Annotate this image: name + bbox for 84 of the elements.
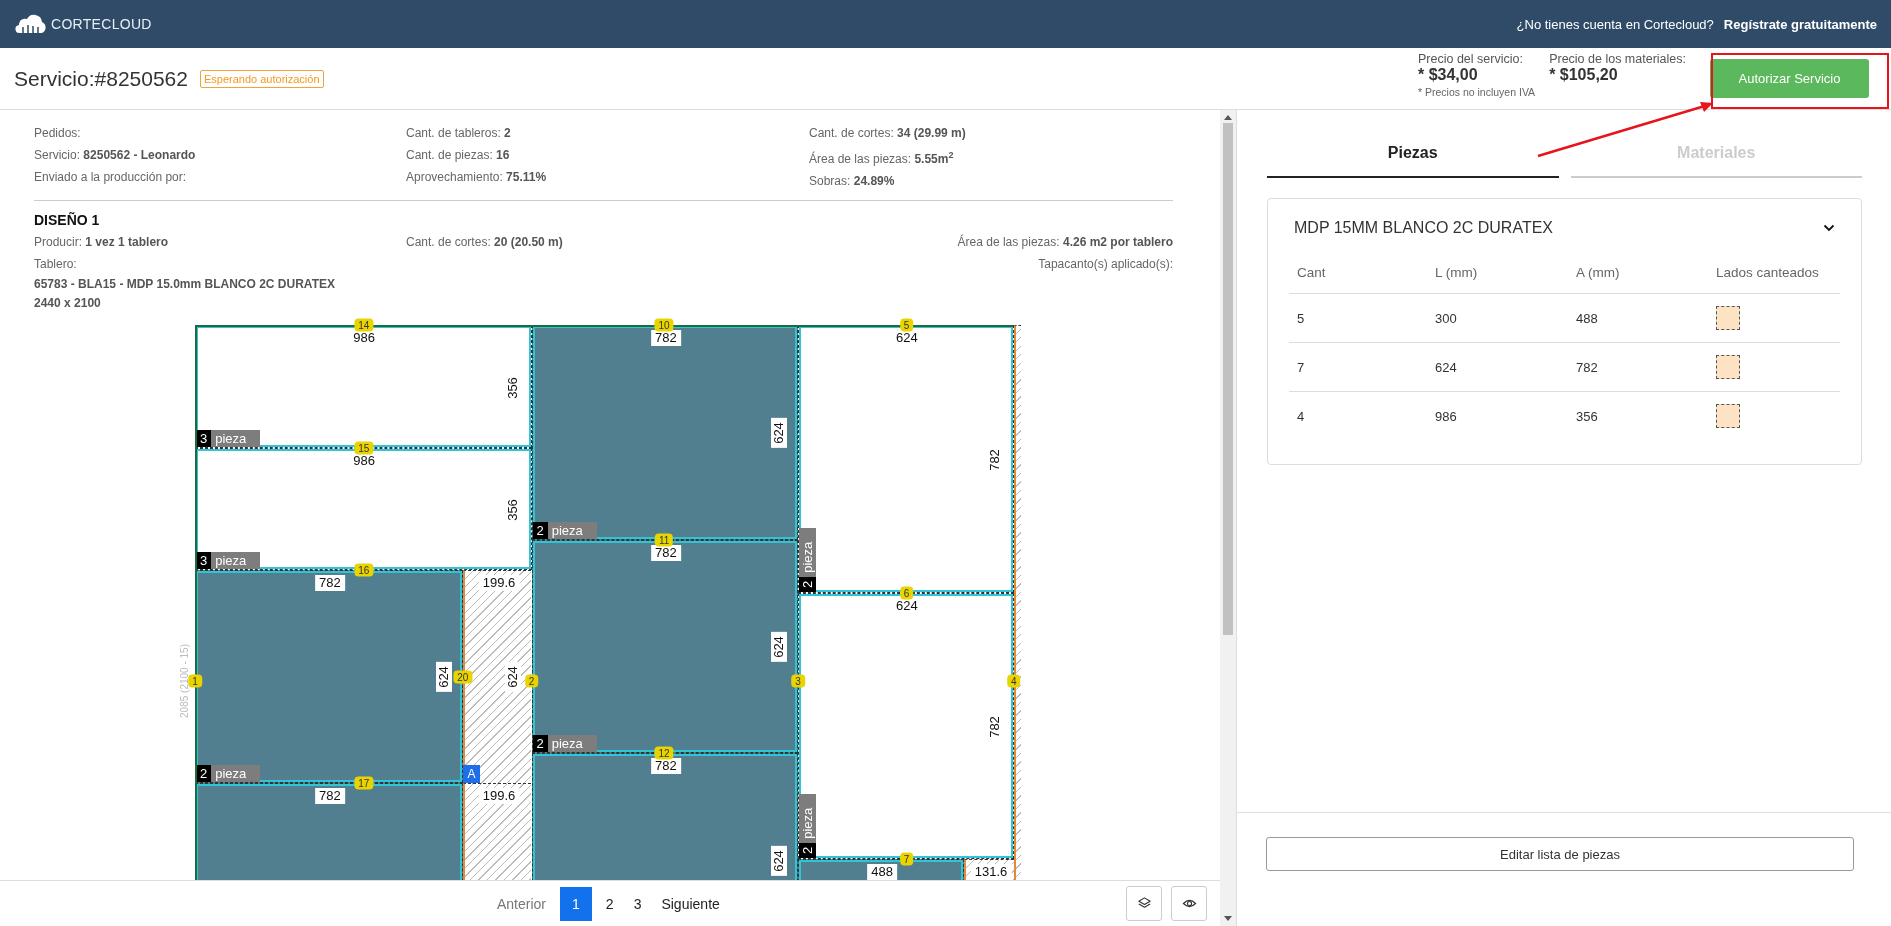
summary-text: Enviado a la producción por: [34,169,188,186]
price-value: * $105,20 [1549,66,1619,84]
service-title: Servicio:#8250562 [14,66,188,91]
design-text: Tablero: [34,256,77,273]
scrollbar[interactable] [1220,110,1236,926]
edge-swatch [1716,404,1740,428]
edit-pieces-button[interactable]: Editar lista de piezas [1266,837,1854,871]
account-question: ¿No tienes cuenta en Cortecloud? [1516,16,1714,32]
summary-text: Cant. de piezas: 16 [406,147,511,164]
dimension-label: 131.6 [970,864,1012,880]
price-note: * Precios no incluyen IVA [1418,86,1536,98]
cut-number: 14 [354,318,374,332]
layers-button[interactable] [1126,886,1162,921]
page-link[interactable]: 3 [623,886,652,921]
signup-link[interactable]: Regístrate gratuitamente [1723,16,1877,32]
view-button[interactable] [1171,886,1207,921]
price-label: Precio del servicio: [1418,52,1524,66]
column-header: A (mm) [1568,255,1708,294]
dimension-label: 782 [650,544,681,561]
design-text: Área de las piezas: 4.26 m2 por tablero [957,233,1173,251]
cut-number: 5 [899,318,914,332]
design-title: DISEÑO 1 [34,211,101,230]
table-cell: 7 [1289,342,1427,392]
table-cell: 488 [1568,293,1708,343]
table-cell: 300 [1427,293,1568,343]
summary-text: Área de las piezas: 5.55m$^{2}$ [809,149,955,168]
table-cell: 4 [1289,391,1427,440]
design-text: Producir: 1 vez 1 tablero [34,234,170,251]
dimension-label: 488 [867,864,898,880]
dimension-label: 624 [771,632,787,663]
cut-number: 16 [354,563,374,577]
cut-number: 15 [354,441,374,455]
cut-number: 11 [654,533,674,547]
dimension-label: 624 [505,662,522,693]
edge-swatch [1716,306,1740,330]
summary-text: Cant. de tableros: 2 [406,125,512,142]
dimension-label: 199.6 [478,788,520,805]
board-name: 65783 - BLA15 - MDP 15.0mm BLANCO 2C DURATEX [34,276,336,293]
dimension-label: 782 [650,758,681,775]
dimension-label: 624 [435,662,452,693]
cut-number: 1 [188,674,202,688]
table-cell: 624 [1427,342,1568,392]
summary-text: Pedidos: [34,125,82,142]
next-page-link[interactable]: Siguiente [651,886,730,921]
design-text: Cant. de cortes: 20 (20.50 m) [406,234,564,251]
page-link[interactable]: 2 [595,886,624,921]
dimension-label: 782 [315,788,345,805]
material-title[interactable]: MDP 15MM BLANCO 2C DURATEX [1294,219,1553,237]
table-cell: 5 [1289,293,1427,343]
dimension-label: 624 [771,845,787,876]
table-cell: 782 [1568,342,1708,392]
board-height-label: 2085 (2100 - 15) [178,644,190,718]
summary-text: Sobras: 24.89% [809,173,896,190]
price-value: * $34,00 [1418,66,1479,84]
table-cell: 986 [1427,391,1568,440]
origin-marker: A [463,765,480,783]
layers-icon [1136,896,1152,911]
page-link[interactable]: 1 [560,886,592,921]
board-size: 2440 x 2100 [34,295,102,312]
design-text: Tapacanto(s) aplicado(s): [1038,256,1173,273]
cut-number: 4 [1007,674,1021,688]
chevron-icon[interactable] [1823,224,1835,232]
summary-text: Cant. de cortes: 34 (29.99 m) [809,125,967,142]
cut-number: 17 [354,776,374,790]
brand-name[interactable]: CORTECLOUD [51,16,152,32]
column-header: L (mm) [1427,255,1568,294]
dimension-label: 782 [315,574,345,591]
status-badge: Esperando autorización [199,69,324,88]
edge-swatch [1716,355,1740,379]
price-label: Precio de los materiales: [1549,52,1686,66]
summary-text: Servicio: 8250562 - Leonardo [34,147,197,164]
cut-number: 3 [791,674,805,688]
table-cell: 356 [1568,391,1708,440]
dimension-label: 199.6 [478,574,520,591]
cut-number: 10 [654,318,674,332]
column-header: Lados canteados [1708,255,1840,294]
tab[interactable]: Piezas [1267,144,1559,178]
dimension-label: 624 [771,418,787,449]
dimension-label: 782 [650,330,681,346]
summary-text: Aprovechamiento: 75.11% [406,169,548,186]
cloud-logo-icon [14,14,48,34]
cut-number: 12 [654,746,674,760]
column-header: Cant [1289,255,1427,294]
cut-number: 20 [453,670,473,684]
